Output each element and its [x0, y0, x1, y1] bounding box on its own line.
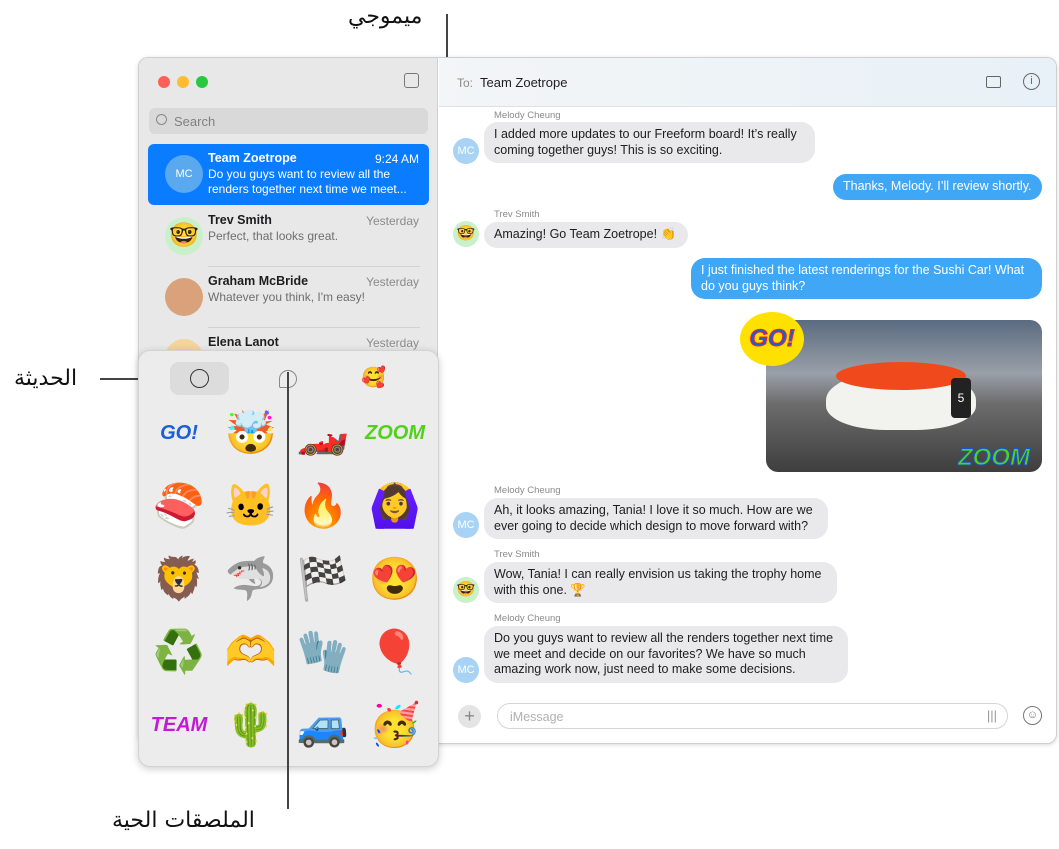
go-sticker[interactable]: GO!: [740, 312, 804, 366]
conversation-time: Yesterday: [366, 336, 419, 350]
sticker[interactable]: 😍: [363, 547, 427, 611]
sticker[interactable]: 🍣: [147, 474, 211, 538]
sender-name: Trev Smith: [494, 209, 540, 220]
close-button[interactable]: [158, 76, 170, 88]
callout-live-stickers: الملصقات الحية: [112, 808, 255, 833]
search-icon: [156, 114, 167, 125]
plus-button[interactable]: +: [458, 705, 481, 728]
sticker[interactable]: 🥳: [363, 693, 427, 757]
sticker[interactable]: TEAM: [147, 693, 211, 757]
conversation-header: To: Team Zoetrope i: [439, 58, 1056, 107]
zoom-sticker[interactable]: ZOOM: [958, 444, 1031, 472]
video-call-icon[interactable]: [986, 76, 1001, 88]
avatar: MC: [453, 657, 479, 683]
conversation-preview: Whatever you think, I'm easy!: [208, 290, 366, 304]
sticker[interactable]: 🦁: [147, 547, 211, 611]
avatar: [165, 278, 203, 316]
avatar: 🤓: [165, 217, 203, 255]
conversation-item[interactable]: 🤓 Trev Smith Yesterday Perfect, that loo…: [148, 206, 429, 267]
sender-name: Melody Cheung: [494, 110, 561, 121]
sticker[interactable]: 🌵: [219, 693, 283, 757]
sticker-panel: 🥰 GO! 🤯 🏎️ ZOOM 🍣 🐱 🔥 🙆‍♀️ 🦁 🦈 🏁 😍 ♻️ 🫶 🧤 🎈 TEAM 🌵 🚙 🥳: [138, 350, 439, 767]
callout-line: [287, 372, 289, 809]
conversation-item[interactable]: Graham McBride Yesterday Whatever you th…: [148, 267, 429, 328]
compose-icon[interactable]: [404, 73, 419, 88]
sticker[interactable]: 🐱: [219, 474, 283, 538]
recipient[interactable]: Team Zoetrope: [480, 75, 567, 90]
sticker[interactable]: 🤯: [219, 401, 283, 465]
zoom-button[interactable]: [196, 76, 208, 88]
avatar: 🤓: [453, 577, 479, 603]
message-bubble: Amazing! Go Team Zoetrope! 👏: [484, 222, 688, 248]
avatar: MC: [453, 512, 479, 538]
sticker[interactable]: 🏎️: [291, 401, 355, 465]
search-input[interactable]: Search: [149, 108, 428, 134]
sticker[interactable]: 🫶: [219, 620, 283, 684]
sticker[interactable]: 🏁: [291, 547, 355, 611]
conversation-time: 9:24 AM: [374, 152, 419, 166]
info-icon[interactable]: i: [1023, 73, 1040, 90]
message-bubble: Wow, Tania! I can really envision us tak…: [484, 562, 837, 603]
sticker[interactable]: 🦈: [219, 547, 283, 611]
minimize-button[interactable]: [177, 76, 189, 88]
conversation-name: Elena Lanot: [208, 335, 279, 349]
car-number: 5: [951, 378, 971, 418]
sticker[interactable]: 🙆‍♀️: [363, 474, 427, 538]
avatar: 🤓: [453, 221, 479, 247]
conversation-time: Yesterday: [366, 214, 419, 228]
conversation-name: Team Zoetrope: [208, 151, 297, 165]
message-bubble: I just finished the latest renderings fo…: [691, 258, 1042, 299]
sticker[interactable]: GO!: [147, 401, 211, 465]
sticker[interactable]: 🧤: [291, 620, 355, 684]
message-bubble: Ah, it looks amazing, Tania! I love it s…: [484, 498, 828, 539]
sender-name: Melody Cheung: [494, 613, 561, 624]
audio-waveform-icon[interactable]: |||: [987, 708, 997, 723]
conversation-time: Yesterday: [366, 275, 419, 289]
message-bubble: Thanks, Melody. I’ll review shortly.: [833, 174, 1042, 200]
sender-name: Trev Smith: [494, 549, 540, 560]
conversation-preview: Perfect, that looks great.: [208, 229, 339, 243]
avatar: MC: [453, 138, 479, 164]
sticker[interactable]: 🔥: [291, 474, 355, 538]
tab-memoji[interactable]: 🥰: [361, 365, 386, 390]
conversation-item[interactable]: MC Team Zoetrope 9:24 AM Do you guys wan…: [148, 144, 429, 205]
conversation-preview: Do you guys want to review all the rende…: [208, 167, 407, 196]
callout-recent: الحديثة: [14, 366, 78, 391]
avatar: MC: [165, 155, 203, 193]
message-input[interactable]: iMessage |||: [497, 703, 1008, 729]
sticker-grid: GO! 🤯 🏎️ ZOOM 🍣 🐱 🔥 🙆‍♀️ 🦁 🦈 🏁 😍 ♻️ 🫶 🧤 🎈 TEAM 🌵 🚙 🥳: [147, 401, 437, 766]
sticker[interactable]: 🚙: [291, 693, 355, 757]
sticker[interactable]: 🎈: [363, 620, 427, 684]
tab-recent[interactable]: [170, 362, 229, 395]
clock-icon: [190, 369, 209, 388]
conversation-name: Graham McBride: [208, 274, 309, 288]
conversation-name: Trev Smith: [208, 213, 272, 227]
message-placeholder: iMessage: [510, 710, 564, 724]
search-placeholder: Search: [174, 114, 216, 129]
emoji-icon[interactable]: ☺: [1023, 706, 1042, 725]
sticker[interactable]: ♻️: [147, 620, 211, 684]
sender-name: Melody Cheung: [494, 485, 561, 496]
message-bubble: I added more updates to our Freeform boa…: [484, 122, 815, 163]
message-bubble: Do you guys want to review all the rende…: [484, 626, 848, 683]
callout-memoji: ميموجي: [348, 4, 423, 29]
to-label: To:: [457, 76, 474, 90]
sticker[interactable]: ZOOM: [363, 401, 427, 465]
